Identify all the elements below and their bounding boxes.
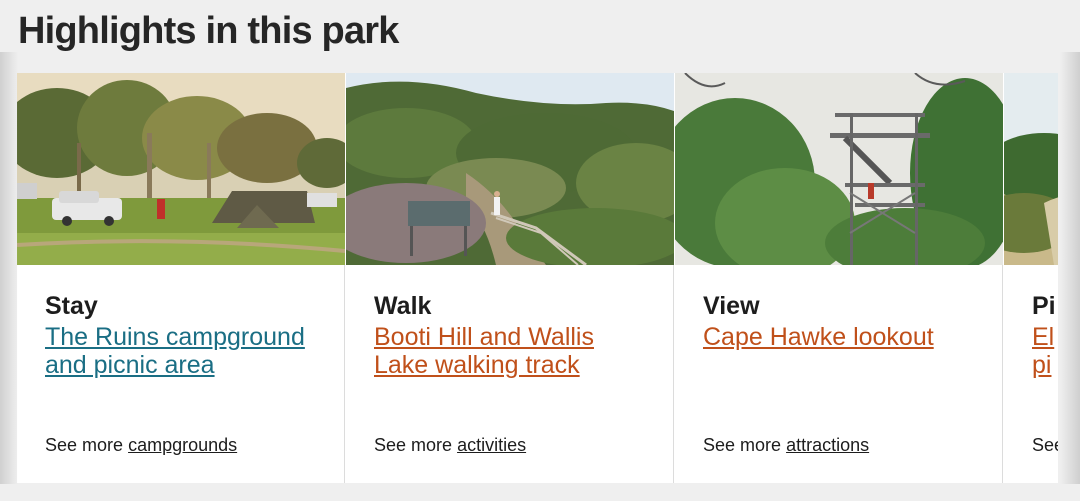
card-body: View Cape Hawke lookout <box>703 291 982 351</box>
carousel-track: Stay The Ruins campground and picnic are… <box>17 73 1058 483</box>
card-title-link[interactable]: The Ruins campground and picnic area <box>45 323 324 379</box>
card-category: Pi <box>1032 292 1056 320</box>
highlight-card-partial[interactable]: Pi El pi See <box>1004 73 1058 483</box>
see-more-prefix: See <box>1032 435 1058 455</box>
see-more-activities-link[interactable]: activities <box>457 435 526 455</box>
see-more-prefix: See more <box>703 435 782 455</box>
highlight-card-stay[interactable]: Stay The Ruins campground and picnic are… <box>17 73 345 483</box>
carousel-shadow-right <box>1060 52 1080 484</box>
card-title-link[interactable]: El pi <box>1032 323 1058 379</box>
card-title-link[interactable]: Booti Hill and Wallis Lake walking track <box>374 323 653 379</box>
see-more-text: See <box>1032 435 1058 456</box>
beach-photo[interactable] <box>1004 73 1058 265</box>
campground-photo[interactable] <box>17 73 345 265</box>
card-body: Pi El pi <box>1032 291 1058 379</box>
card-title-link[interactable]: Cape Hawke lookout <box>703 323 982 351</box>
see-more-attractions-link[interactable]: attractions <box>786 435 869 455</box>
see-more-campgrounds-link[interactable]: campgrounds <box>128 435 237 455</box>
see-more-text: See more campgrounds <box>45 435 237 456</box>
card-body: Walk Booti Hill and Wallis Lake walking … <box>374 291 653 379</box>
carousel-shadow-left <box>0 52 18 484</box>
card-category: View <box>703 292 760 320</box>
card-body: Stay The Ruins campground and picnic are… <box>45 291 324 379</box>
section-heading: Highlights in this park <box>18 10 399 52</box>
highlight-card-walk[interactable]: Walk Booti Hill and Wallis Lake walking … <box>346 73 674 483</box>
card-category: Walk <box>374 292 432 320</box>
see-more-prefix: See more <box>374 435 453 455</box>
highlights-carousel[interactable]: Stay The Ruins campground and picnic are… <box>17 73 1058 483</box>
see-more-prefix: See more <box>45 435 124 455</box>
see-more-text: See more activities <box>374 435 526 456</box>
highlight-card-view[interactable]: View Cape Hawke lookout See more attract… <box>675 73 1003 483</box>
card-category: Stay <box>45 292 98 320</box>
lookout-tower-photo[interactable] <box>675 73 1003 265</box>
walking-track-photo[interactable] <box>346 73 674 265</box>
see-more-text: See more attractions <box>703 435 869 456</box>
